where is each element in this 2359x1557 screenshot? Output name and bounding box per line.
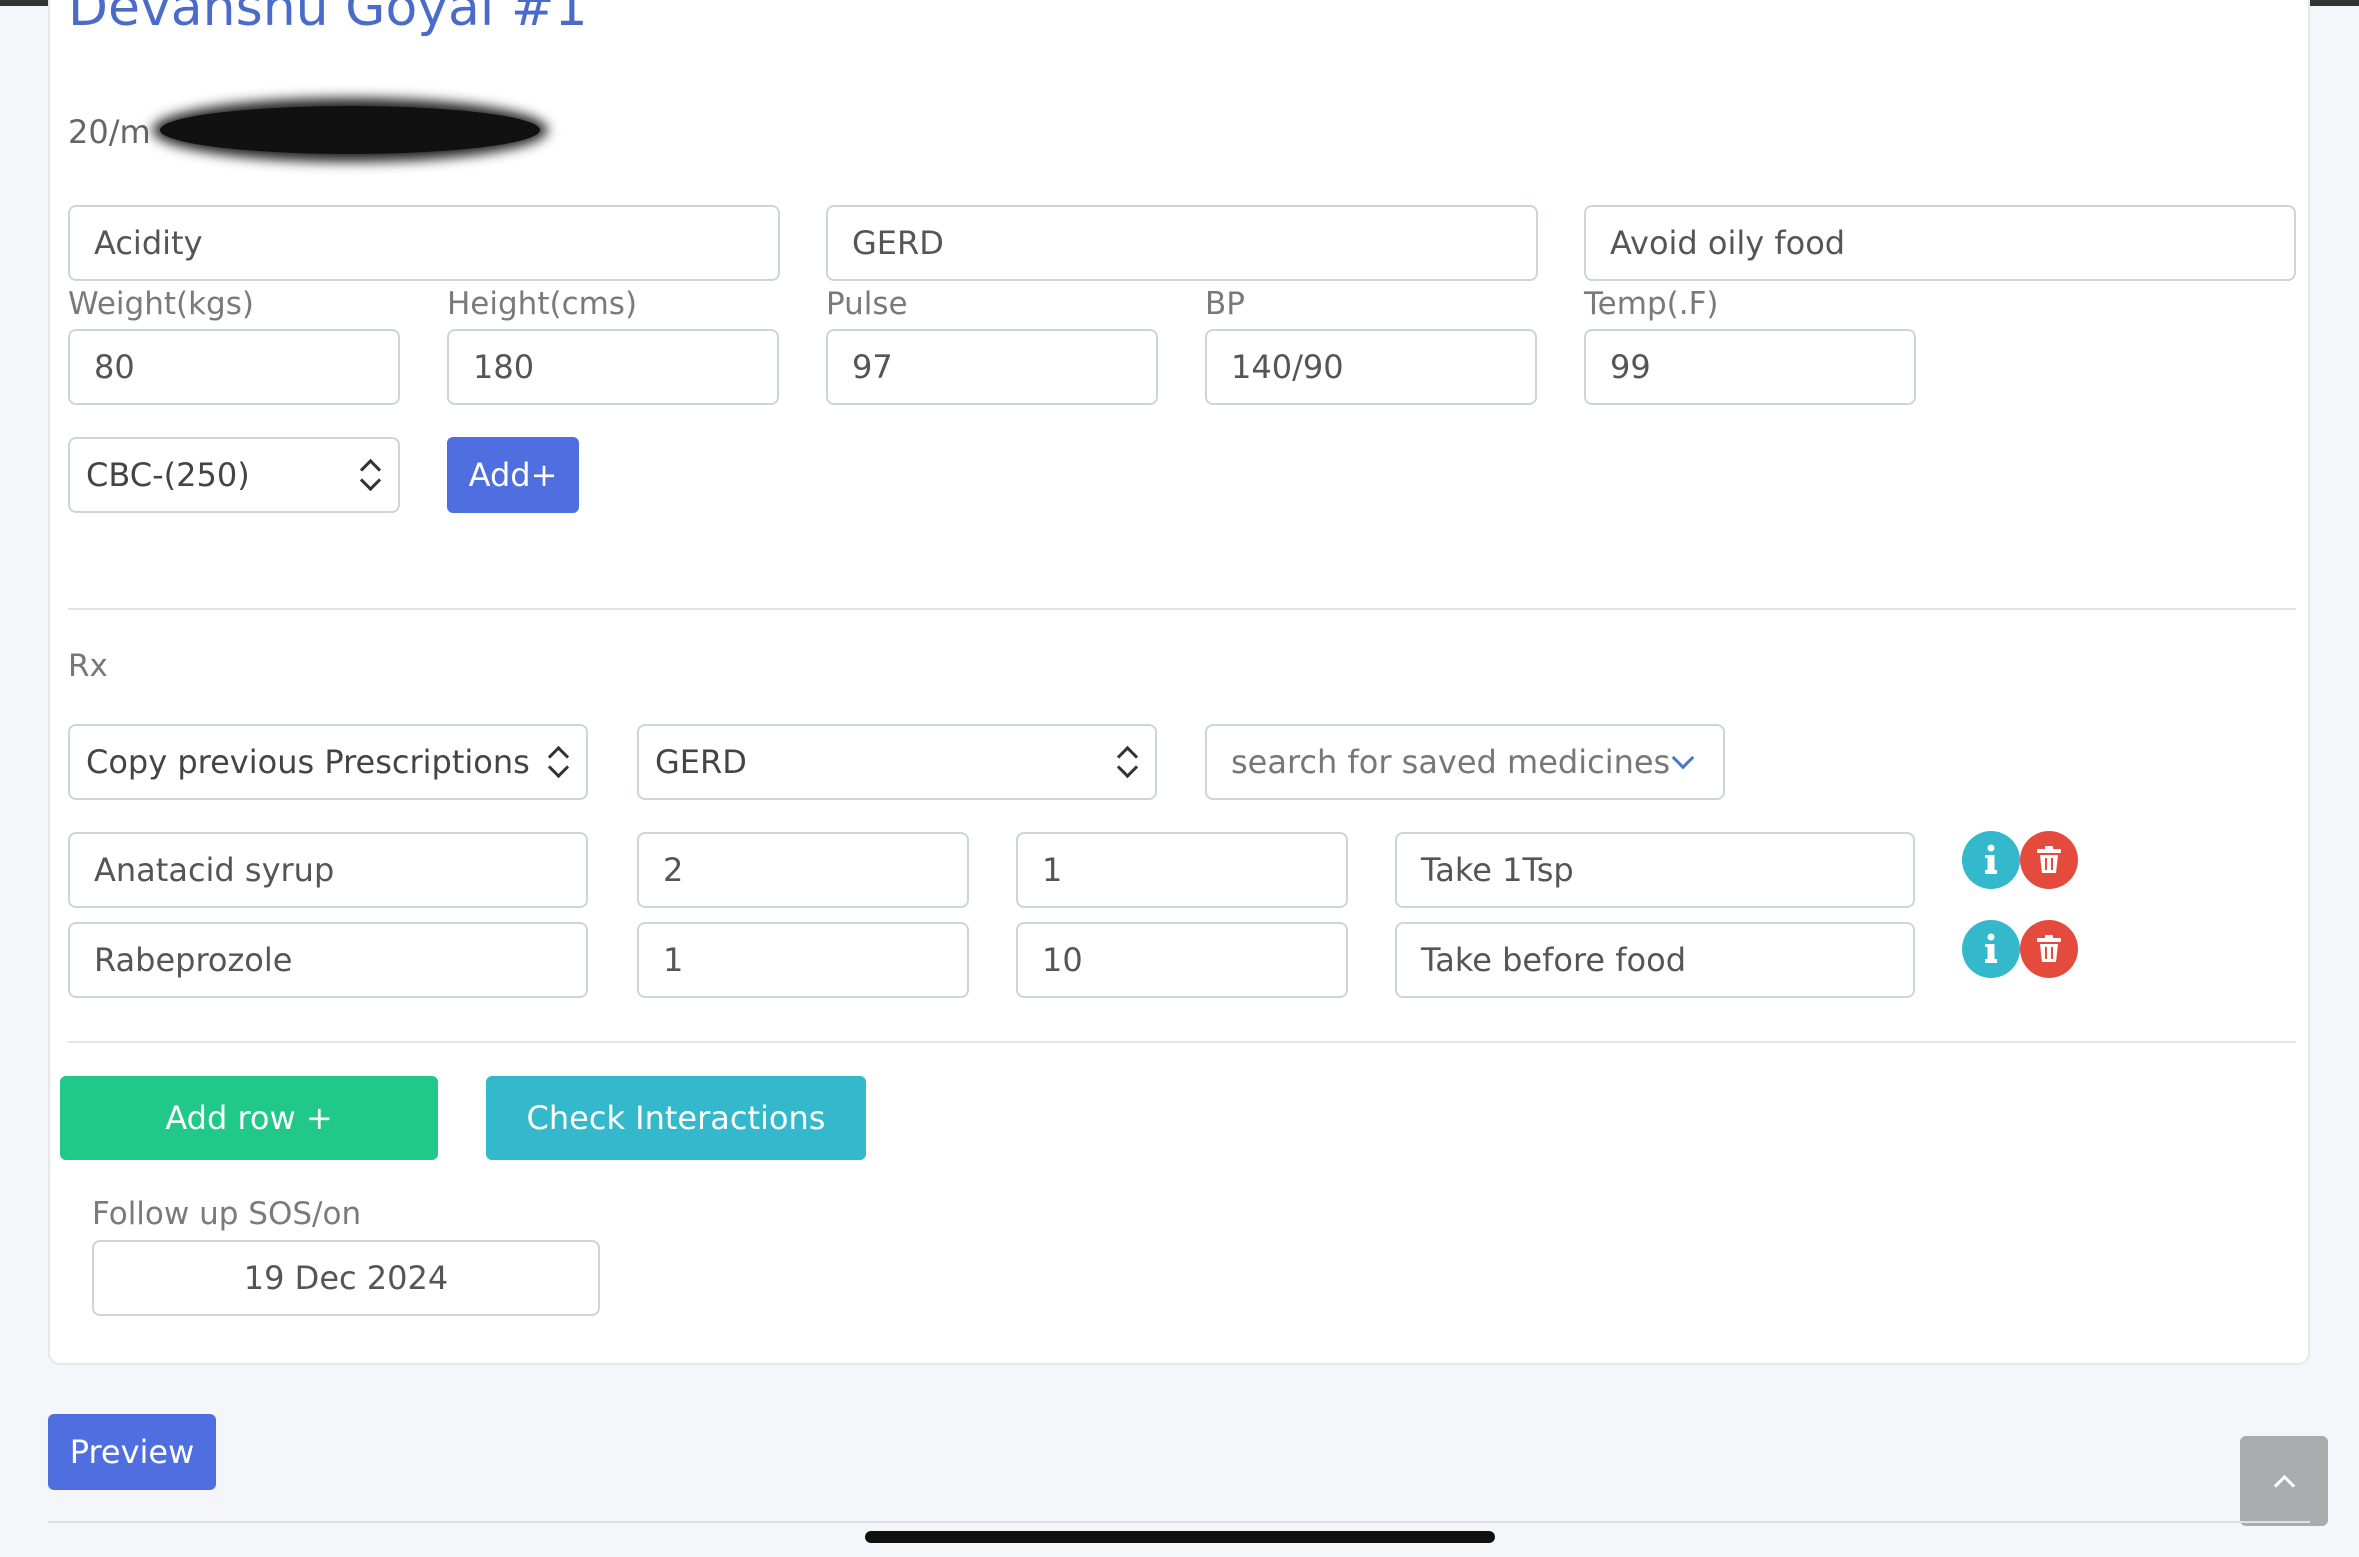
medicine-name-field[interactable]: Rabeprozole [68,922,588,998]
info-icon [1985,933,1997,963]
followup-date-value: 19 Dec 2024 [243,1259,449,1297]
bp-field[interactable]: 140/90 [1205,329,1537,405]
search-medicines-placeholder: search for saved medicines [1231,743,1671,781]
template-select[interactable]: GERD [637,724,1157,800]
updown-icon [358,458,382,492]
search-medicines-dropdown[interactable]: search for saved medicines [1205,724,1725,800]
updown-icon [1115,745,1139,779]
height-value: 180 [473,348,535,386]
medicine-instructions-value: Take 1Tsp [1421,851,1574,889]
complaint-value: Acidity [94,224,203,262]
trash-icon [2037,846,2061,873]
complaint-field[interactable]: Acidity [68,205,780,281]
preview-button[interactable]: Preview [48,1414,216,1490]
chevron-down-icon [1671,746,1695,770]
medicine-days-field[interactable]: 10 [1016,922,1348,998]
pulse-label: Pulse [826,286,908,322]
trash-icon [2037,935,2061,962]
advice-field[interactable]: Avoid oily food [1584,205,2296,281]
pulse-value: 97 [852,348,893,386]
medicine-days-value: 10 [1042,941,1083,979]
height-field[interactable]: 180 [447,329,779,405]
delete-row-button[interactable] [2020,920,2078,978]
weight-field[interactable]: 80 [68,329,400,405]
patient-name: Devanshu Goyal #1 [68,0,588,38]
scroll-top-button[interactable] [2240,1436,2328,1526]
medicine-name-value: Anatacid syrup [94,851,335,889]
medicine-name-field[interactable]: Anatacid syrup [68,832,588,908]
footer-divider [48,1521,2310,1523]
medicine-instructions-field[interactable]: Take 1Tsp [1395,832,1915,908]
consultation-card: Devanshu Goyal #1 20/m Acidity GERD Avoi… [48,0,2310,1365]
divider [68,608,2296,610]
medicine-days-field[interactable]: 1 [1016,832,1348,908]
medicine-qty-field[interactable]: 2 [637,832,969,908]
diagnosis-field[interactable]: GERD [826,205,1538,281]
template-select-value: GERD [655,743,747,781]
medicine-name-value: Rabeprozole [94,941,293,979]
medicine-qty-field[interactable]: 1 [637,922,969,998]
temp-label: Temp(.F) [1584,286,1719,322]
temp-field[interactable]: 99 [1584,329,1916,405]
divider [68,1041,2296,1043]
info-button[interactable] [1962,831,2020,889]
info-button[interactable] [1962,920,2020,978]
redacted-area [160,106,540,154]
patient-age-sex: 20/m [68,113,151,151]
weight-label: Weight(kgs) [68,286,254,322]
medicine-qty-value: 1 [663,941,684,979]
pulse-field[interactable]: 97 [826,329,1158,405]
test-select[interactable]: CBC-(250) [68,437,400,513]
height-label: Height(cms) [447,286,638,322]
temp-value: 99 [1610,348,1651,386]
followup-label: Follow up SOS/on [92,1196,362,1232]
medicine-instructions-value: Take before food [1421,941,1686,979]
info-icon [1985,844,1997,874]
bp-label: BP [1205,286,1245,322]
medicine-instructions-field[interactable]: Take before food [1395,922,1915,998]
diagnosis-value: GERD [852,224,944,262]
medicine-days-value: 1 [1042,851,1063,889]
advice-value: Avoid oily food [1610,224,1846,262]
copy-prescriptions-select[interactable]: Copy previous Prescriptions [68,724,588,800]
home-indicator [865,1531,1495,1543]
bp-value: 140/90 [1231,348,1344,386]
rx-heading: Rx [68,648,108,684]
weight-value: 80 [94,348,135,386]
updown-icon [546,745,570,779]
add-test-button[interactable]: Add+ [447,437,579,513]
test-select-value: CBC-(250) [86,456,250,494]
add-row-button[interactable]: Add row + [60,1076,438,1160]
check-interactions-button[interactable]: Check Interactions [486,1076,866,1160]
medicine-qty-value: 2 [663,851,684,889]
chevron-up-icon [2273,1474,2295,1496]
copy-prescriptions-value: Copy previous Prescriptions [86,743,530,781]
followup-date-field[interactable]: 19 Dec 2024 [92,1240,600,1316]
delete-row-button[interactable] [2020,831,2078,889]
